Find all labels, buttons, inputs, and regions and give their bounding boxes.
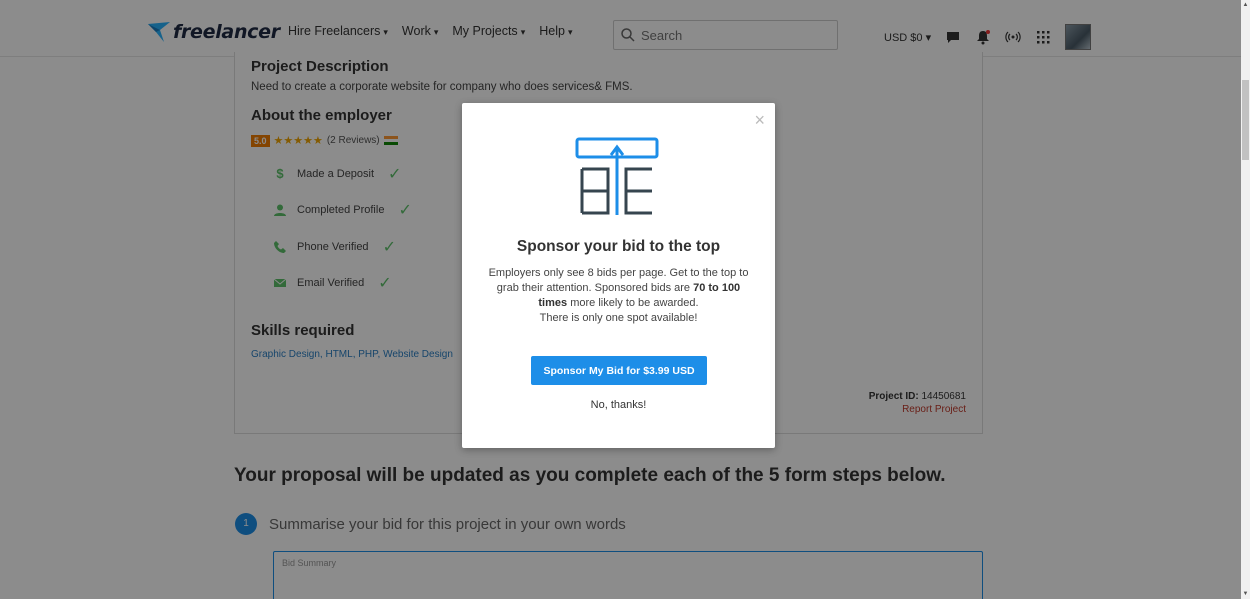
sponsor-to-top-illustration-icon xyxy=(575,137,659,215)
scroll-down-arrow-icon[interactable]: ▼ xyxy=(1242,591,1249,597)
modal-desc-availability: There is only one spot available! xyxy=(539,312,698,324)
close-icon[interactable]: × xyxy=(754,110,765,131)
no-thanks-link[interactable]: No, thanks! xyxy=(462,399,775,411)
sponsor-my-bid-button[interactable]: Sponsor My Bid for $3.99 USD xyxy=(531,356,707,385)
scroll-thumb[interactable] xyxy=(1242,80,1249,160)
page-scrollbar[interactable]: ▲ ▼ xyxy=(1241,0,1250,599)
modal-desc-text: more likely to be awarded. xyxy=(567,297,699,309)
modal-description: Employers only see 8 bids per page. Get … xyxy=(484,266,753,326)
modal-title: Sponsor your bid to the top xyxy=(516,238,721,255)
sponsor-bid-modal: × Sponsor your bid to the top Employers … xyxy=(462,103,775,448)
scroll-up-arrow-icon[interactable]: ▲ xyxy=(1242,2,1249,8)
